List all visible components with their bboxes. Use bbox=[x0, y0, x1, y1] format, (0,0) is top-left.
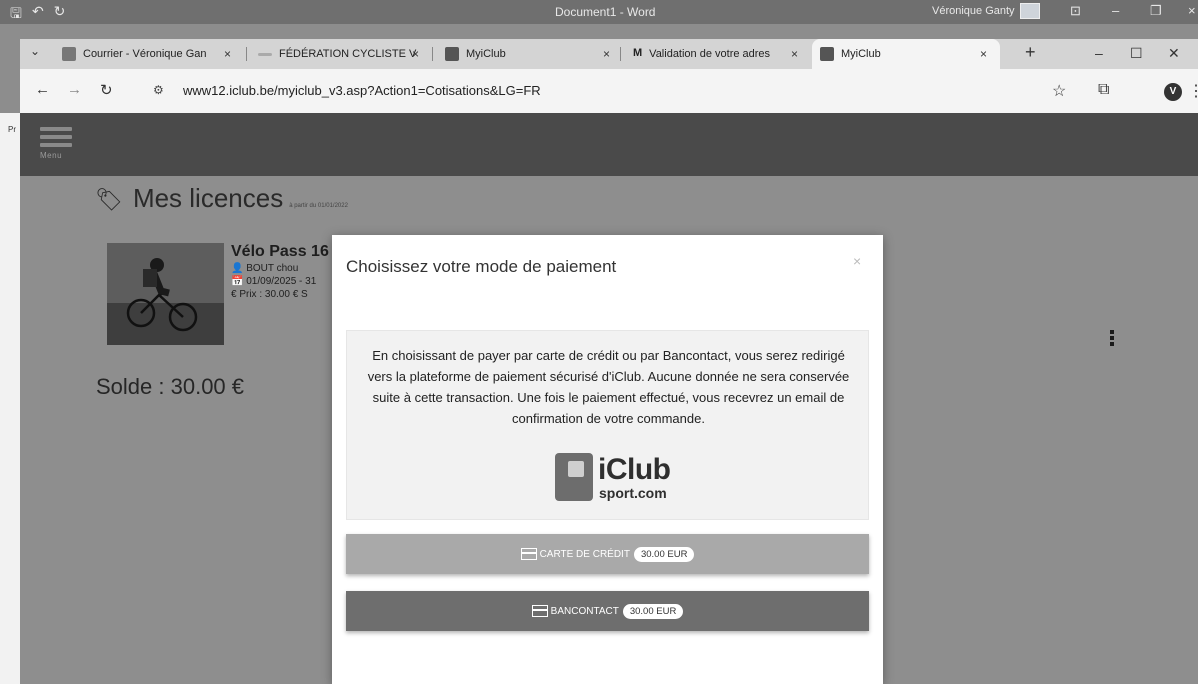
word-user-avatar[interactable] bbox=[1020, 3, 1040, 19]
word-margin-text: Pr bbox=[8, 125, 16, 134]
tab-myiclub-active[interactable]: MyiClub × bbox=[812, 39, 1000, 69]
extensions-icon[interactable]: ⧉ bbox=[1098, 81, 1109, 99]
licence-holder-row: 👤 BOUT chou bbox=[231, 263, 329, 274]
calendar-icon: 📅 bbox=[231, 276, 244, 287]
credit-card-label: Carte de crédit bbox=[539, 548, 630, 560]
word-user-name: Véronique Ganty bbox=[932, 5, 1015, 17]
puzzle-icon bbox=[555, 453, 593, 501]
word-restore-icon[interactable]: ❐ bbox=[1150, 3, 1162, 19]
more-options-icon[interactable] bbox=[1110, 330, 1114, 348]
tab-close-icon[interactable]: × bbox=[791, 47, 798, 61]
federation-favicon-icon bbox=[258, 52, 272, 56]
gmail-favicon-icon: M bbox=[633, 47, 643, 59]
cyclist-image bbox=[107, 243, 224, 345]
licence-dates-row: 📅 01/09/2025 - 31 bbox=[231, 276, 329, 287]
tab-close-icon[interactable]: × bbox=[603, 47, 610, 61]
tab-close-icon[interactable]: × bbox=[224, 47, 231, 61]
browser-close-icon[interactable]: ✕ bbox=[1168, 45, 1180, 62]
browser-tab-strip: ⌄ Courrier - Véronique Gan × FÉDÉRATION … bbox=[20, 39, 1198, 69]
bancontact-card-icon bbox=[531, 605, 548, 617]
forward-arrow-icon[interactable]: → bbox=[67, 81, 82, 98]
tab-label: MyiClub bbox=[841, 48, 881, 60]
page-title: 🏷 Mes licences à partir du 01/01/2022 bbox=[95, 183, 348, 214]
page-title-text: Mes licences bbox=[132, 183, 284, 213]
licence-holder: BOUT chou bbox=[246, 263, 299, 274]
browser-minimize-icon[interactable]: – bbox=[1095, 45, 1103, 61]
new-tab-button[interactable]: + bbox=[1025, 42, 1036, 63]
logo-subtitle: sport.com bbox=[599, 485, 667, 501]
word-close-icon[interactable]: × bbox=[1188, 3, 1196, 18]
tag-icon: 🏷 bbox=[95, 187, 123, 212]
tab-mail[interactable]: Courrier - Véronique Gan × bbox=[62, 39, 242, 69]
tab-myiclub[interactable]: MyiClub × bbox=[445, 39, 615, 69]
close-icon[interactable]: × bbox=[853, 253, 861, 269]
word-quick-access: 🖫 ↶ ↻ bbox=[10, 3, 65, 27]
iclub-favicon-icon bbox=[820, 47, 834, 61]
tab-validation[interactable]: M Validation de votre adres × bbox=[633, 39, 813, 69]
word-title-bar: 🖫 ↶ ↻ Document1 - Word Véronique Ganty ⊡… bbox=[0, 0, 1198, 24]
logo-brand: iClub bbox=[598, 453, 671, 486]
modal-title: Choisissez votre mode de paiement bbox=[346, 257, 617, 276]
licence-price: € Prix : 30.00 € S bbox=[231, 289, 308, 300]
balance-text: Solde : 30.00 € bbox=[96, 374, 245, 399]
browser-menu-icon[interactable]: ⋮ bbox=[1188, 81, 1198, 101]
tab-label: FÉDÉRATION CYCLISTE V bbox=[279, 48, 417, 60]
undo-icon[interactable]: ↶ bbox=[32, 3, 44, 27]
tab-label: Courrier - Véronique Gan bbox=[83, 48, 207, 60]
bookmark-star-icon[interactable]: ☆ bbox=[1052, 81, 1066, 101]
payment-info-panel: En choisissant de payer par carte de cré… bbox=[346, 330, 869, 520]
mail-favicon-icon bbox=[62, 47, 76, 61]
screen: 🖫 ↶ ↻ Document1 - Word Véronique Ganty ⊡… bbox=[0, 0, 1198, 684]
payment-info-text: En choisissant de payer par carte de cré… bbox=[367, 348, 850, 426]
word-document-title: Document1 - Word bbox=[555, 5, 656, 19]
tab-close-icon[interactable]: × bbox=[412, 47, 419, 61]
ribbon-display-icon[interactable]: ⊡ bbox=[1070, 3, 1081, 19]
menu-button[interactable]: Menu bbox=[40, 127, 72, 160]
credit-card-amount: 30.00 EUR bbox=[633, 546, 695, 562]
save-icon[interactable]: 🖫 bbox=[10, 3, 22, 27]
tab-label: MyiClub bbox=[466, 48, 506, 60]
reload-icon[interactable]: ↻ bbox=[100, 81, 113, 99]
back-arrow-icon[interactable]: ← bbox=[35, 81, 50, 98]
licence-dates: 01/09/2025 - 31 bbox=[246, 276, 317, 287]
site-info-icon[interactable]: ⚙ bbox=[153, 83, 164, 97]
word-minimize-icon[interactable]: – bbox=[1112, 3, 1119, 18]
licence-photo bbox=[107, 243, 224, 345]
iclub-logo: iClub sport.com bbox=[540, 453, 700, 509]
licence-name: Vélo Pass 16 bbox=[231, 243, 329, 260]
browser-maximize-icon[interactable]: ☐ bbox=[1130, 45, 1143, 62]
menu-label: Menu bbox=[40, 151, 63, 160]
redo-icon[interactable]: ↻ bbox=[54, 3, 66, 27]
tab-close-icon[interactable]: × bbox=[980, 47, 987, 61]
url-field[interactable]: www12.iclub.be/myiclub_v3.asp?Action1=Co… bbox=[183, 83, 541, 98]
licence-details: Vélo Pass 16 👤 BOUT chou 📅 01/09/2025 - … bbox=[231, 243, 329, 300]
bancontact-label: Bancontact bbox=[550, 605, 619, 617]
tab-search-icon[interactable]: ⌄ bbox=[30, 44, 40, 58]
bancontact-amount: 30.00 EUR bbox=[622, 603, 684, 619]
page-subtitle: à partir du 01/01/2022 bbox=[289, 203, 348, 209]
app-header bbox=[20, 113, 1198, 176]
credit-card-button[interactable]: Carte de crédit 30.00 EUR bbox=[346, 534, 869, 574]
user-icon: 👤 bbox=[231, 263, 244, 274]
tab-label: Validation de votre adres bbox=[649, 48, 771, 60]
profile-avatar[interactable]: V bbox=[1164, 83, 1182, 101]
credit-card-icon bbox=[520, 548, 537, 560]
payment-modal: Choisissez votre mode de paiement × En c… bbox=[332, 235, 883, 684]
browser-address-bar: ← → ↻ ⚙ www12.iclub.be/myiclub_v3.asp?Ac… bbox=[20, 69, 1198, 113]
word-page-margin: Pr bbox=[0, 113, 20, 684]
bancontact-button[interactable]: Bancontact 30.00 EUR bbox=[346, 591, 869, 631]
tab-federation[interactable]: FÉDÉRATION CYCLISTE V × bbox=[258, 39, 438, 69]
iclub-favicon-icon bbox=[445, 47, 459, 61]
